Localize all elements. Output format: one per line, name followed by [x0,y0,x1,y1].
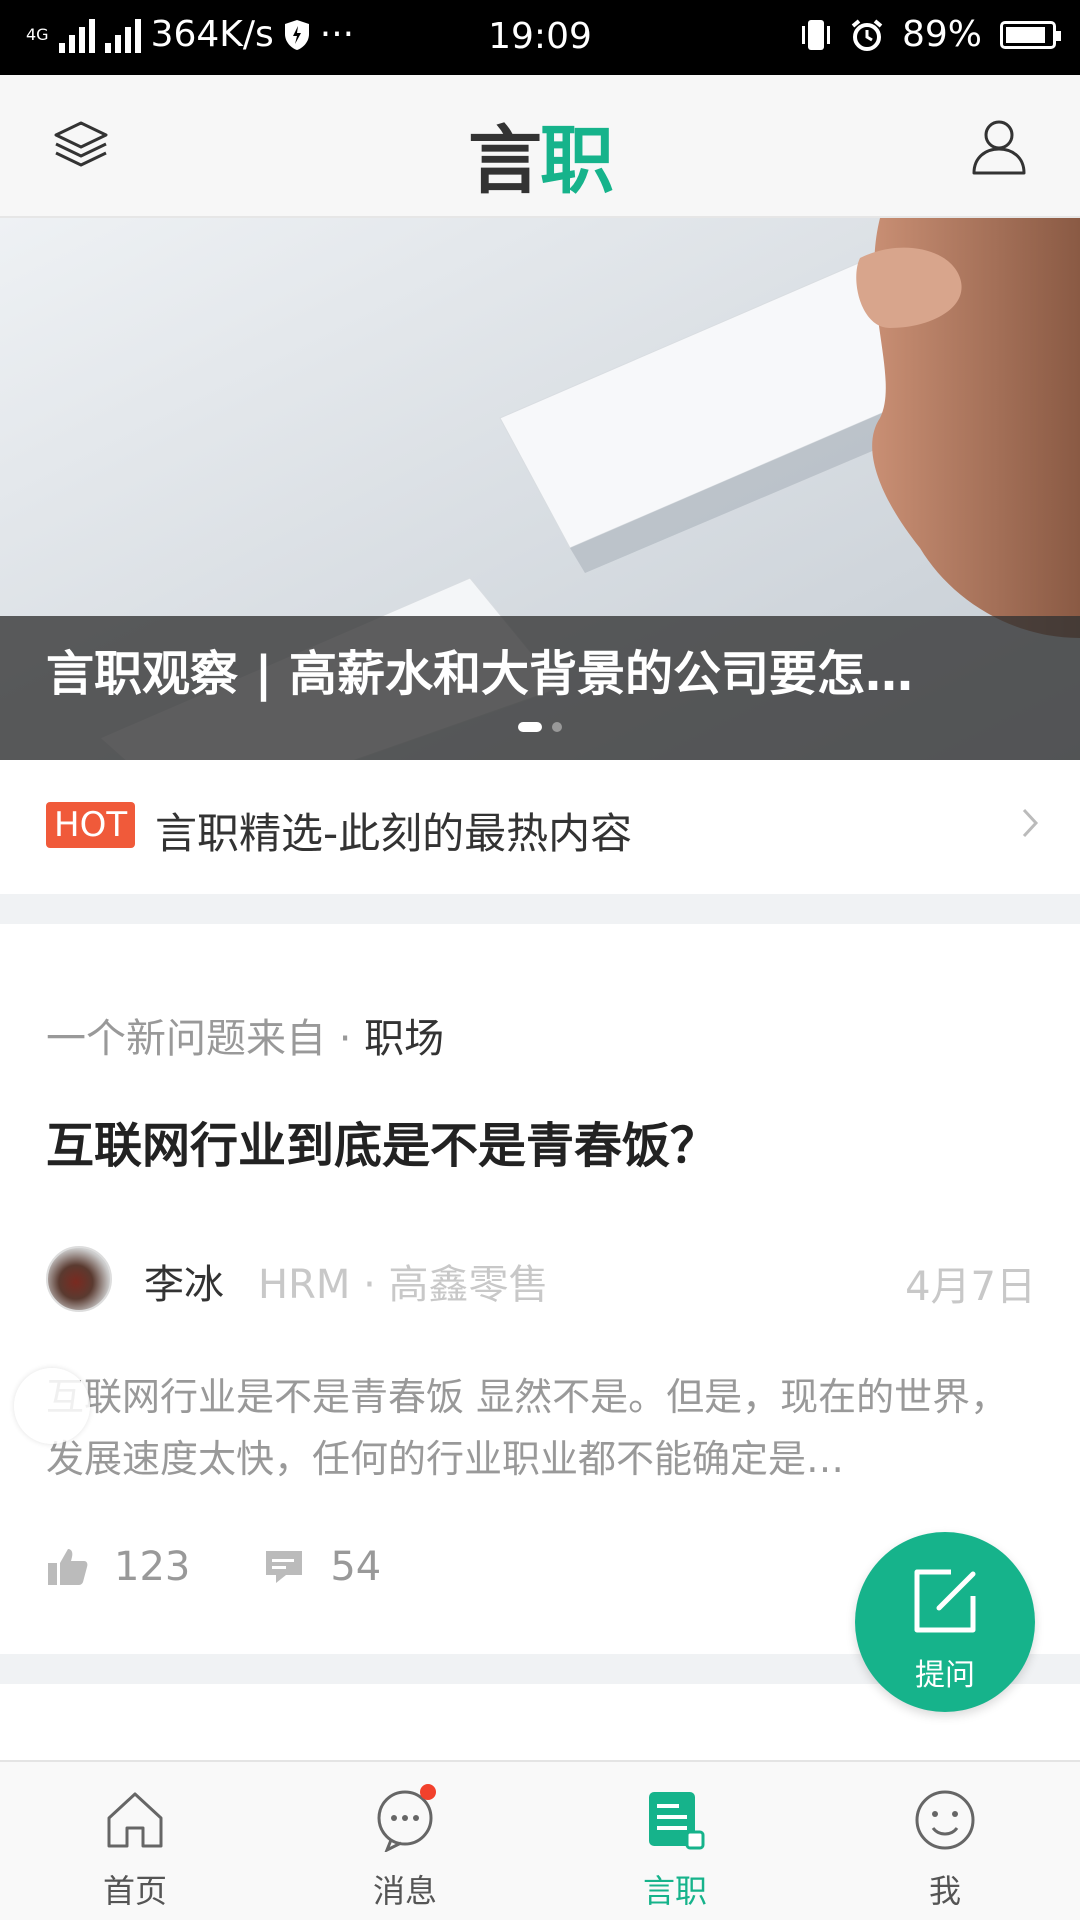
carousel-dot-2 [552,722,562,732]
ask-question-label: 提问 [915,1658,975,1693]
nav-me-label: 我 [928,1872,961,1910]
like-icon[interactable] [46,1547,90,1587]
floating-side-handle[interactable] [14,1368,90,1444]
nav-yanzhi-label: 言职 [642,1872,707,1910]
nav-messages-label: 消息 [372,1872,437,1910]
app-logo: 言职 [468,118,614,204]
answer-date: 4月7日 [905,1264,1036,1310]
yanzhi-icon [649,1792,705,1850]
comment-icon[interactable] [262,1547,306,1587]
question-source: 一个新问题来自 · 职场 [46,1016,445,1062]
edit-icon [914,1569,976,1633]
hot-badge: HOT [46,802,136,848]
author-name[interactable]: 李冰 [144,1252,224,1310]
hot-picks-row[interactable]: HOT 言职精选-此刻的最热内容 [0,760,1080,894]
carousel-indicator [0,722,1080,732]
battery-icon [1000,20,1061,49]
user-icon[interactable] [966,113,1032,179]
avatar[interactable] [46,1246,112,1312]
like-count: 123 [114,1544,191,1590]
carousel-dot-1 [518,722,542,732]
banner-carousel[interactable]: 言职观察 | 高薪水和大背景的公司要怎… [0,218,1080,760]
question-category[interactable]: 职场 [364,1016,444,1062]
nav-home-label: 首页 [102,1872,167,1910]
banner-caption-bar: 言职观察 | 高薪水和大背景的公司要怎… [0,616,1080,760]
home-icon [107,1792,163,1848]
ask-question-button[interactable]: 提问 [855,1532,1035,1712]
answer-author: 李冰 HRM · 高鑫零售 4月7日 [46,1246,1036,1316]
nav-me[interactable]: 我 [810,1762,1080,1920]
nav-messages[interactable]: 消息 [270,1762,540,1920]
question-title[interactable]: 互联网行业到底是不是青春饭？ [46,1106,718,1176]
banner-caption[interactable]: 言职观察 | 高薪水和大背景的公司要怎… [46,634,1036,704]
app-header: 言职 [0,75,1080,218]
smile-icon [915,1790,975,1850]
notification-dot [420,1784,436,1800]
vibrate-icon [801,19,830,50]
bottom-nav: 首页 消息 言职 我 [0,1760,1080,1920]
author-role: HRM · 高鑫零售 [258,1262,549,1308]
nav-yanzhi[interactable]: 言职 [540,1762,810,1920]
chevron-right-icon [1022,808,1039,838]
section-divider [0,894,1080,924]
hot-picks-label: 言职精选-此刻的最热内容 [155,809,633,858]
nav-home[interactable]: 首页 [0,1762,270,1920]
comment-count: 54 [330,1544,382,1590]
alarm-icon [851,18,883,51]
battery-percent: 89% [901,14,982,55]
status-bar: 4G 364K/s ··· 19:09 89% [0,0,1080,75]
answer-excerpt[interactable]: 互联网行业是不是青春饭 显然不是。但是，现在的世界，发展速度太快，任何的行业职业… [46,1366,1026,1490]
answer-stats: 123 54 [46,1544,453,1590]
